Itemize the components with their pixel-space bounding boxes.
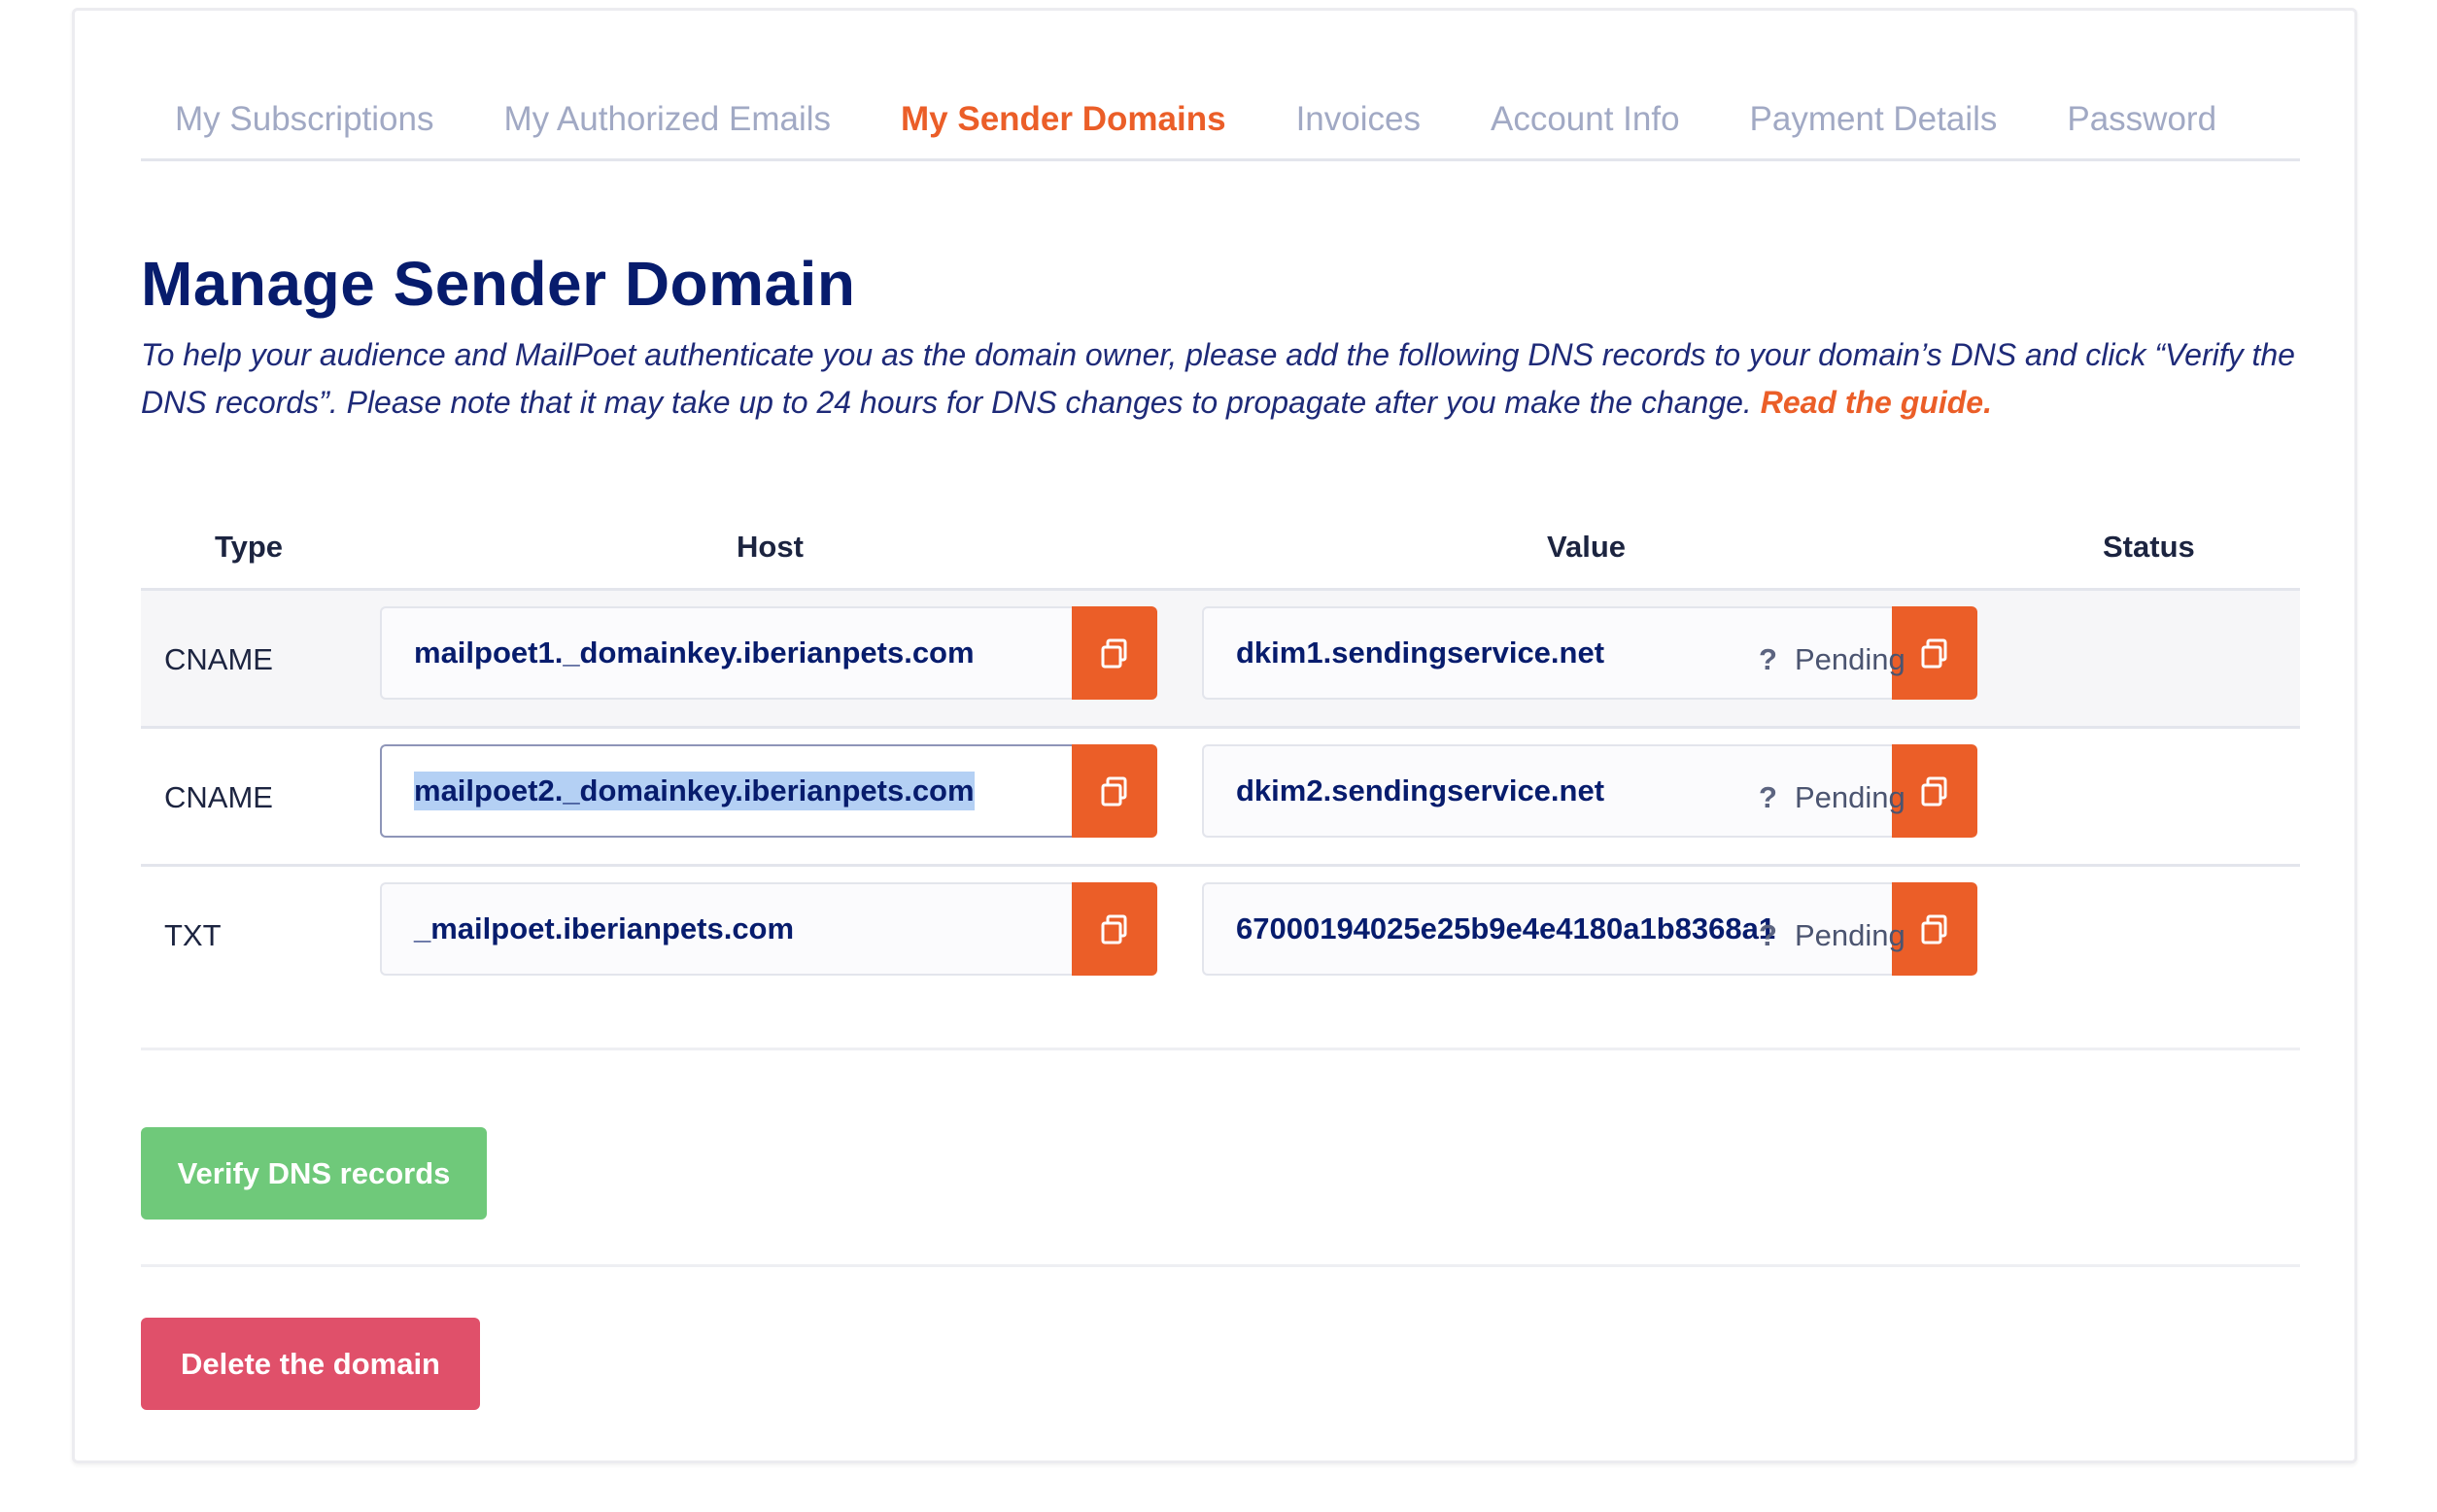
question-mark-icon: ? bbox=[1759, 918, 1777, 952]
copy-icon bbox=[1101, 776, 1127, 807]
question-mark-icon: ? bbox=[1759, 780, 1777, 814]
header-status: Status bbox=[2103, 530, 2195, 564]
read-guide-link[interactable]: Read the guide. bbox=[1761, 385, 1992, 420]
status-text: Pending bbox=[1794, 918, 1905, 952]
copy-icon bbox=[1101, 638, 1127, 669]
page-description: To help your audience and MailPoet authe… bbox=[141, 331, 2300, 427]
table-row: CNAME mailpoet2._domainkey.iberianpets.c… bbox=[141, 729, 2300, 867]
table-row: TXT _mailpoet.iberianpets.com 6700019402… bbox=[141, 867, 2300, 1005]
status-cell: ? Pending bbox=[1759, 918, 1905, 953]
host-field: mailpoet2._domainkey.iberianpets.com bbox=[380, 744, 1157, 838]
status-cell: ? Pending bbox=[1759, 780, 1905, 815]
question-mark-icon: ? bbox=[1759, 642, 1777, 676]
divider bbox=[141, 1264, 2300, 1267]
table-row: CNAME mailpoet1._domainkey.iberianpets.c… bbox=[141, 591, 2300, 729]
divider bbox=[141, 1048, 2300, 1050]
copy-host-button[interactable] bbox=[1072, 606, 1157, 700]
tab-payment-details[interactable]: Payment Details bbox=[1750, 100, 1998, 158]
copy-host-button[interactable] bbox=[1072, 744, 1157, 838]
status-text: Pending bbox=[1794, 780, 1905, 814]
table-header: Type Host Value Status bbox=[141, 516, 2300, 591]
header-host: Host bbox=[737, 530, 804, 564]
host-field: mailpoet1._domainkey.iberianpets.com bbox=[380, 606, 1157, 700]
copy-host-button[interactable] bbox=[1072, 882, 1157, 976]
host-input[interactable]: _mailpoet.iberianpets.com bbox=[380, 882, 1072, 976]
record-type: CNAME bbox=[164, 780, 273, 814]
copy-icon bbox=[1921, 914, 1947, 945]
copy-icon bbox=[1921, 638, 1947, 669]
copy-icon bbox=[1921, 776, 1947, 807]
page-title: Manage Sender Domain bbox=[141, 249, 856, 319]
card-content: My Subscriptions My Authorized Emails My… bbox=[141, 11, 2300, 1410]
account-tabs: My Subscriptions My Authorized Emails My… bbox=[141, 11, 2300, 161]
tab-invoices[interactable]: Invoices bbox=[1296, 100, 1421, 158]
dns-records-table: Type Host Value Status CNAME mailpoet1._… bbox=[141, 516, 2300, 1005]
account-card: My Subscriptions My Authorized Emails My… bbox=[72, 8, 2357, 1463]
tab-account-info[interactable]: Account Info bbox=[1491, 100, 1680, 158]
tab-my-sender-domains[interactable]: My Sender Domains bbox=[901, 100, 1226, 158]
header-type: Type bbox=[215, 530, 284, 564]
copy-icon bbox=[1101, 914, 1127, 945]
tab-my-authorized-emails[interactable]: My Authorized Emails bbox=[503, 100, 831, 158]
host-input[interactable]: mailpoet2._domainkey.iberianpets.com bbox=[380, 744, 1072, 838]
host-field: _mailpoet.iberianpets.com bbox=[380, 882, 1157, 976]
status-text: Pending bbox=[1794, 642, 1905, 676]
verify-dns-records-button[interactable]: Verify DNS records bbox=[141, 1127, 487, 1220]
status-cell: ? Pending bbox=[1759, 642, 1905, 677]
record-type: CNAME bbox=[164, 642, 273, 676]
host-input[interactable]: mailpoet1._domainkey.iberianpets.com bbox=[380, 606, 1072, 700]
tab-my-subscriptions[interactable]: My Subscriptions bbox=[175, 100, 433, 158]
selected-text: mailpoet2._domainkey.iberianpets.com bbox=[414, 772, 975, 810]
tab-password[interactable]: Password bbox=[2067, 100, 2216, 158]
delete-domain-button[interactable]: Delete the domain bbox=[141, 1318, 480, 1410]
record-type: TXT bbox=[164, 918, 222, 952]
header-value: Value bbox=[1547, 530, 1626, 564]
